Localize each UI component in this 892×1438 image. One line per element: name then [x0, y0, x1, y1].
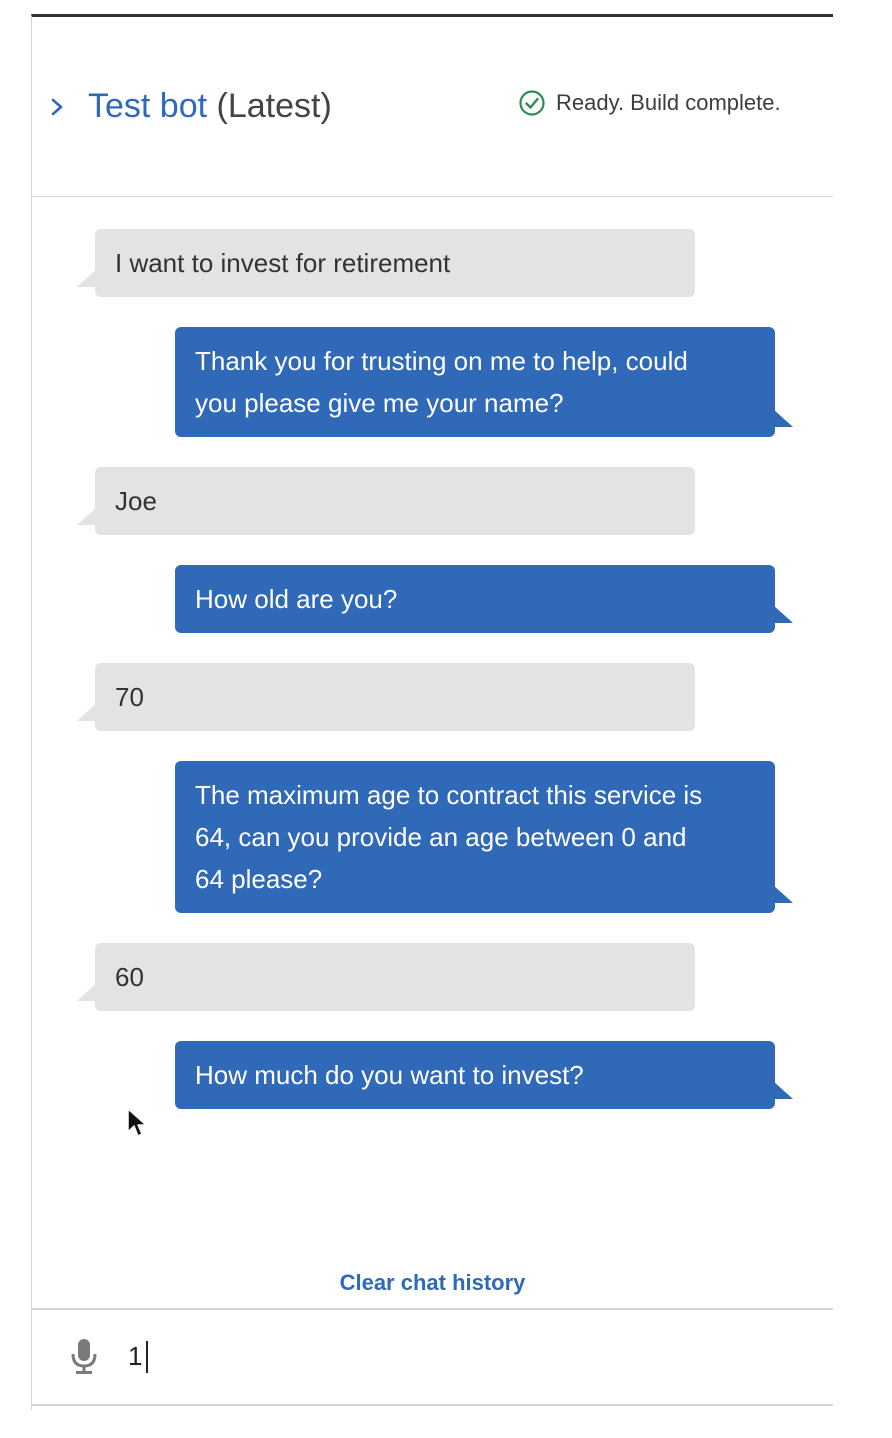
message-line: you please give me your name?	[195, 388, 564, 418]
panel-header: Test bot (Latest) Ready. Build complete.	[32, 17, 833, 197]
test-bot-panel: Test bot (Latest) Ready. Build complete.…	[31, 14, 833, 1410]
chat-history[interactable]: I want to invest for retirement Thank yo…	[32, 198, 833, 1308]
chat-message-input[interactable]	[128, 1334, 808, 1378]
build-status: Ready. Build complete.	[518, 89, 781, 117]
bot-message: The maximum age to contract this service…	[175, 761, 793, 913]
bot-version: (Latest)	[216, 87, 332, 125]
bot-message: How much do you want to invest?	[175, 1041, 793, 1109]
chat-input-bar	[32, 1308, 833, 1406]
message-line: How old are you?	[195, 584, 398, 614]
user-message: 60	[77, 943, 695, 1011]
message-line: How much do you want to invest?	[195, 1060, 584, 1090]
microphone-icon[interactable]	[70, 1338, 98, 1376]
chevron-right-icon[interactable]	[45, 95, 69, 119]
bot-name-link[interactable]: Test bot	[88, 87, 207, 125]
message-line: I want to invest for retirement	[115, 248, 451, 278]
message-line: 64, can you provide an age between 0 and	[195, 822, 687, 852]
clear-chat-history-link[interactable]: Clear chat history	[32, 1270, 833, 1296]
check-circle-icon	[519, 90, 545, 116]
user-message: 70	[77, 663, 695, 731]
user-message: I want to invest for retirement	[77, 229, 695, 297]
build-status-text: Ready. Build complete.	[556, 90, 781, 115]
user-message: Joe	[77, 467, 695, 535]
bot-message: How old are you?	[175, 565, 793, 633]
message-line: Thank you for trusting on me to help, co…	[195, 346, 688, 376]
message-line: Joe	[115, 486, 157, 516]
bot-message: Thank you for trusting on me to help, co…	[175, 327, 793, 437]
message-line: 60	[115, 962, 144, 992]
message-line: 70	[115, 682, 144, 712]
panel-title: Test bot (Latest)	[88, 83, 332, 129]
message-line: 64 please?	[195, 864, 323, 894]
mouse-pointer-icon	[127, 1108, 147, 1137]
text-caret	[146, 1341, 148, 1373]
message-line: The maximum age to contract this service…	[195, 780, 703, 810]
